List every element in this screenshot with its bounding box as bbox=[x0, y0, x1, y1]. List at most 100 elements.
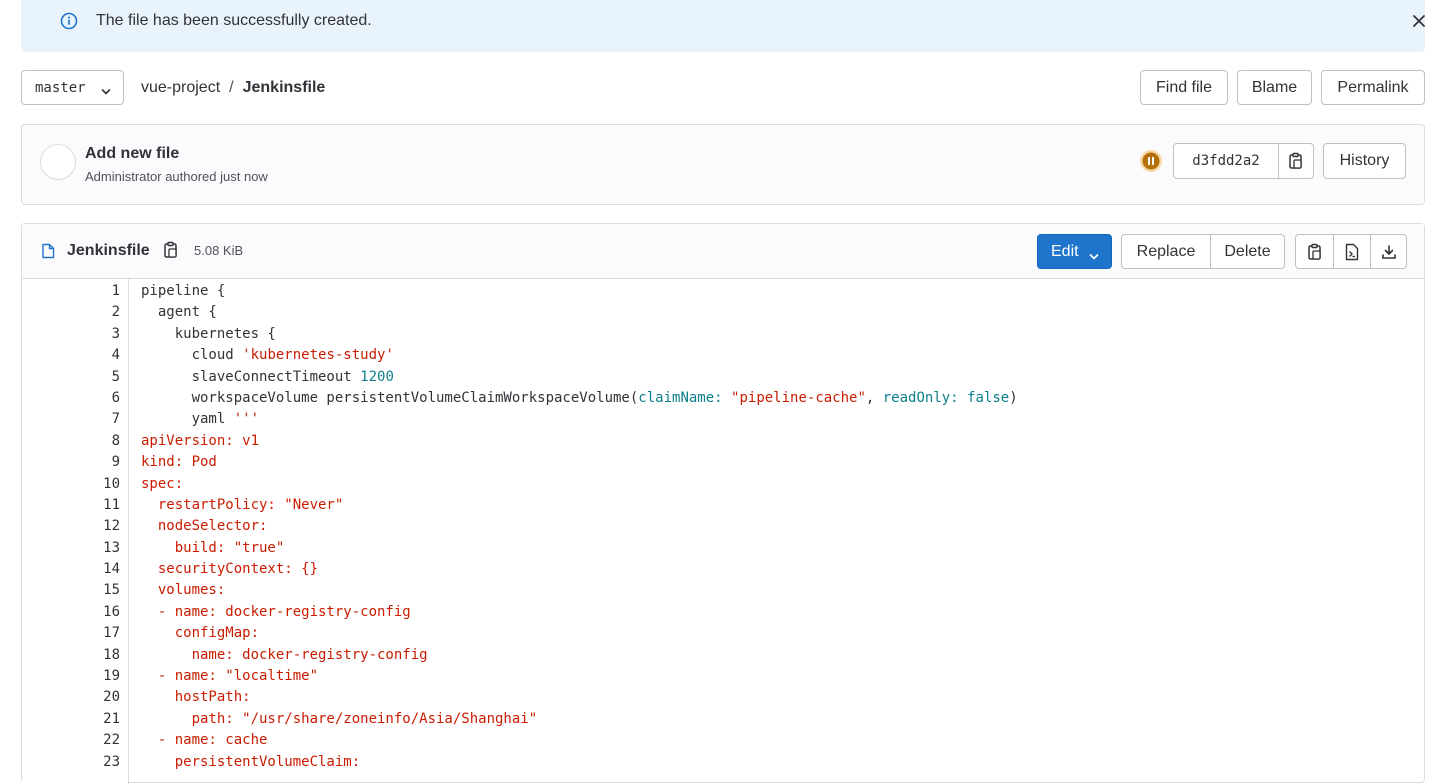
line-number[interactable]: 14 bbox=[22, 559, 120, 580]
code-token: pipeline { bbox=[141, 283, 226, 299]
code-line: 1 pipeline { bbox=[22, 281, 1424, 302]
code-line: 11 restartPolicy: "Never" bbox=[22, 495, 1424, 516]
code-token: workspaceVolume persistentVolumeClaimWor… bbox=[141, 389, 639, 406]
edit-button[interactable]: Edit bbox=[1037, 234, 1112, 269]
line-number[interactable]: 9 bbox=[22, 452, 120, 473]
line-number[interactable]: 11 bbox=[22, 495, 120, 516]
line-number[interactable]: 6 bbox=[22, 388, 120, 409]
line-number[interactable]: 19 bbox=[22, 666, 120, 687]
line-number[interactable]: 21 bbox=[22, 709, 120, 730]
commit-sha[interactable]: d3fdd2a2 bbox=[1174, 144, 1279, 178]
code-line: 15 volumes: bbox=[22, 580, 1424, 601]
line-number[interactable]: 8 bbox=[22, 431, 120, 452]
branch-selector[interactable]: master bbox=[21, 70, 124, 105]
code-token: restartPolicy: "Never" bbox=[141, 496, 344, 513]
line-content: yaml ''' bbox=[141, 409, 259, 430]
code-line: 22 - name: cache bbox=[22, 730, 1424, 751]
code-token: ''' bbox=[233, 411, 260, 428]
line-number[interactable]: 22 bbox=[22, 730, 120, 751]
code-token: cloud bbox=[141, 347, 243, 364]
code-line: 9 kind: Pod bbox=[22, 452, 1424, 473]
code-token: name: docker-registry-config bbox=[141, 646, 428, 663]
code-token: - name: cache bbox=[141, 732, 268, 749]
code-line: 19 - name: "localtime" bbox=[22, 666, 1424, 687]
avatar[interactable] bbox=[40, 144, 76, 180]
line-content: securityContext: {} bbox=[141, 559, 318, 580]
breadcrumb: vue-project / Jenkinsfile bbox=[141, 78, 325, 98]
code-line: 17 configMap: bbox=[22, 623, 1424, 644]
copy-sha-icon[interactable] bbox=[1279, 144, 1313, 178]
blame-button[interactable]: Blame bbox=[1237, 70, 1312, 105]
replace-button[interactable]: Replace bbox=[1122, 235, 1210, 268]
code-line: 7 yaml ''' bbox=[22, 409, 1424, 430]
code-line: 12 nodeSelector: bbox=[22, 516, 1424, 537]
line-content: spec: bbox=[141, 474, 183, 495]
line-number[interactable]: 20 bbox=[22, 687, 120, 708]
download-icon[interactable] bbox=[1370, 235, 1406, 268]
code-line: 5 slaveConnectTimeout 1200 bbox=[22, 367, 1424, 388]
line-number[interactable]: 4 bbox=[22, 345, 120, 366]
line-content: - name: docker-registry-config bbox=[141, 602, 411, 623]
code-line: 4 cloud 'kubernetes-study' bbox=[22, 345, 1424, 366]
success-alert: The file has been successfully created. bbox=[21, 0, 1425, 52]
line-content: - name: cache bbox=[141, 730, 268, 751]
code-line: 16 - name: docker-registry-config bbox=[22, 602, 1424, 623]
file-name: Jenkinsfile bbox=[67, 242, 150, 259]
pipeline-paused-icon[interactable] bbox=[1139, 149, 1163, 173]
copy-contents-icon[interactable] bbox=[1296, 235, 1333, 268]
code-token: ) bbox=[1009, 389, 1018, 406]
line-number[interactable]: 15 bbox=[22, 580, 120, 601]
code-token: persistentVolumeClaim: bbox=[141, 753, 361, 770]
line-number[interactable]: 7 bbox=[22, 409, 120, 430]
open-raw-icon[interactable] bbox=[1333, 235, 1370, 268]
line-content: cloud 'kubernetes-study' bbox=[141, 345, 394, 366]
code-line: 8 apiVersion: v1 bbox=[22, 431, 1424, 452]
code-token: hostPath: bbox=[141, 689, 251, 706]
close-icon[interactable] bbox=[1408, 11, 1430, 31]
code-token: readOnly: bbox=[882, 389, 959, 406]
line-number[interactable]: 5 bbox=[22, 367, 120, 388]
line-content: workspaceVolume persistentVolumeClaimWor… bbox=[141, 388, 1018, 409]
line-content: slaveConnectTimeout 1200 bbox=[141, 367, 394, 388]
line-number[interactable]: 3 bbox=[22, 324, 120, 345]
file-actions-group: Replace Delete bbox=[1121, 234, 1285, 269]
line-number[interactable]: 1 bbox=[22, 281, 120, 302]
line-number[interactable]: 10 bbox=[22, 474, 120, 495]
code-token: kind: Pod bbox=[141, 454, 217, 471]
delete-button[interactable]: Delete bbox=[1210, 235, 1284, 268]
line-content: hostPath: bbox=[141, 687, 251, 708]
line-number[interactable]: 12 bbox=[22, 516, 120, 537]
alert-message: The file has been successfully created. bbox=[96, 12, 372, 29]
line-content: nodeSelector: bbox=[141, 516, 268, 537]
line-content: restartPolicy: "Never" bbox=[141, 495, 343, 516]
line-content: configMap: bbox=[141, 623, 259, 644]
line-number[interactable]: 18 bbox=[22, 645, 120, 666]
line-number[interactable]: 2 bbox=[22, 302, 120, 323]
commit-meta: Administrator authored just now bbox=[85, 169, 268, 184]
code-token: path: "/usr/share/zoneinfo/Asia/Shanghai… bbox=[141, 710, 538, 727]
code-token: configMap: bbox=[141, 625, 260, 642]
line-number[interactable]: 17 bbox=[22, 623, 120, 644]
breadcrumb-project[interactable]: vue-project bbox=[141, 78, 220, 98]
permalink-button[interactable]: Permalink bbox=[1321, 70, 1425, 105]
file-header: Jenkinsfile 5.08 KiB Edit Replace Delete bbox=[22, 224, 1424, 279]
line-number[interactable]: 13 bbox=[22, 538, 120, 559]
code-token: agent { bbox=[141, 304, 217, 321]
code-line: 20 hostPath: bbox=[22, 687, 1424, 708]
commit-title[interactable]: Add new file bbox=[85, 145, 179, 163]
line-content: volumes: bbox=[141, 580, 225, 601]
line-number[interactable]: 23 bbox=[22, 752, 120, 773]
copy-path-icon[interactable] bbox=[163, 241, 179, 264]
history-button[interactable]: History bbox=[1323, 143, 1406, 179]
code-token: yaml bbox=[141, 411, 234, 428]
code-line: 6 workspaceVolume persistentVolumeClaimW… bbox=[22, 388, 1424, 409]
code-token: apiVersion: v1 bbox=[141, 432, 260, 449]
last-commit-panel: Add new file Administrator authored just… bbox=[21, 124, 1425, 205]
commit-sha-group: d3fdd2a2 bbox=[1173, 143, 1314, 179]
code-line: 3 kubernetes { bbox=[22, 324, 1424, 345]
find-file-button[interactable]: Find file bbox=[1140, 70, 1228, 105]
line-content: persistentVolumeClaim: bbox=[141, 752, 360, 773]
line-number[interactable]: 16 bbox=[22, 602, 120, 623]
code-token: volumes: bbox=[141, 582, 226, 599]
